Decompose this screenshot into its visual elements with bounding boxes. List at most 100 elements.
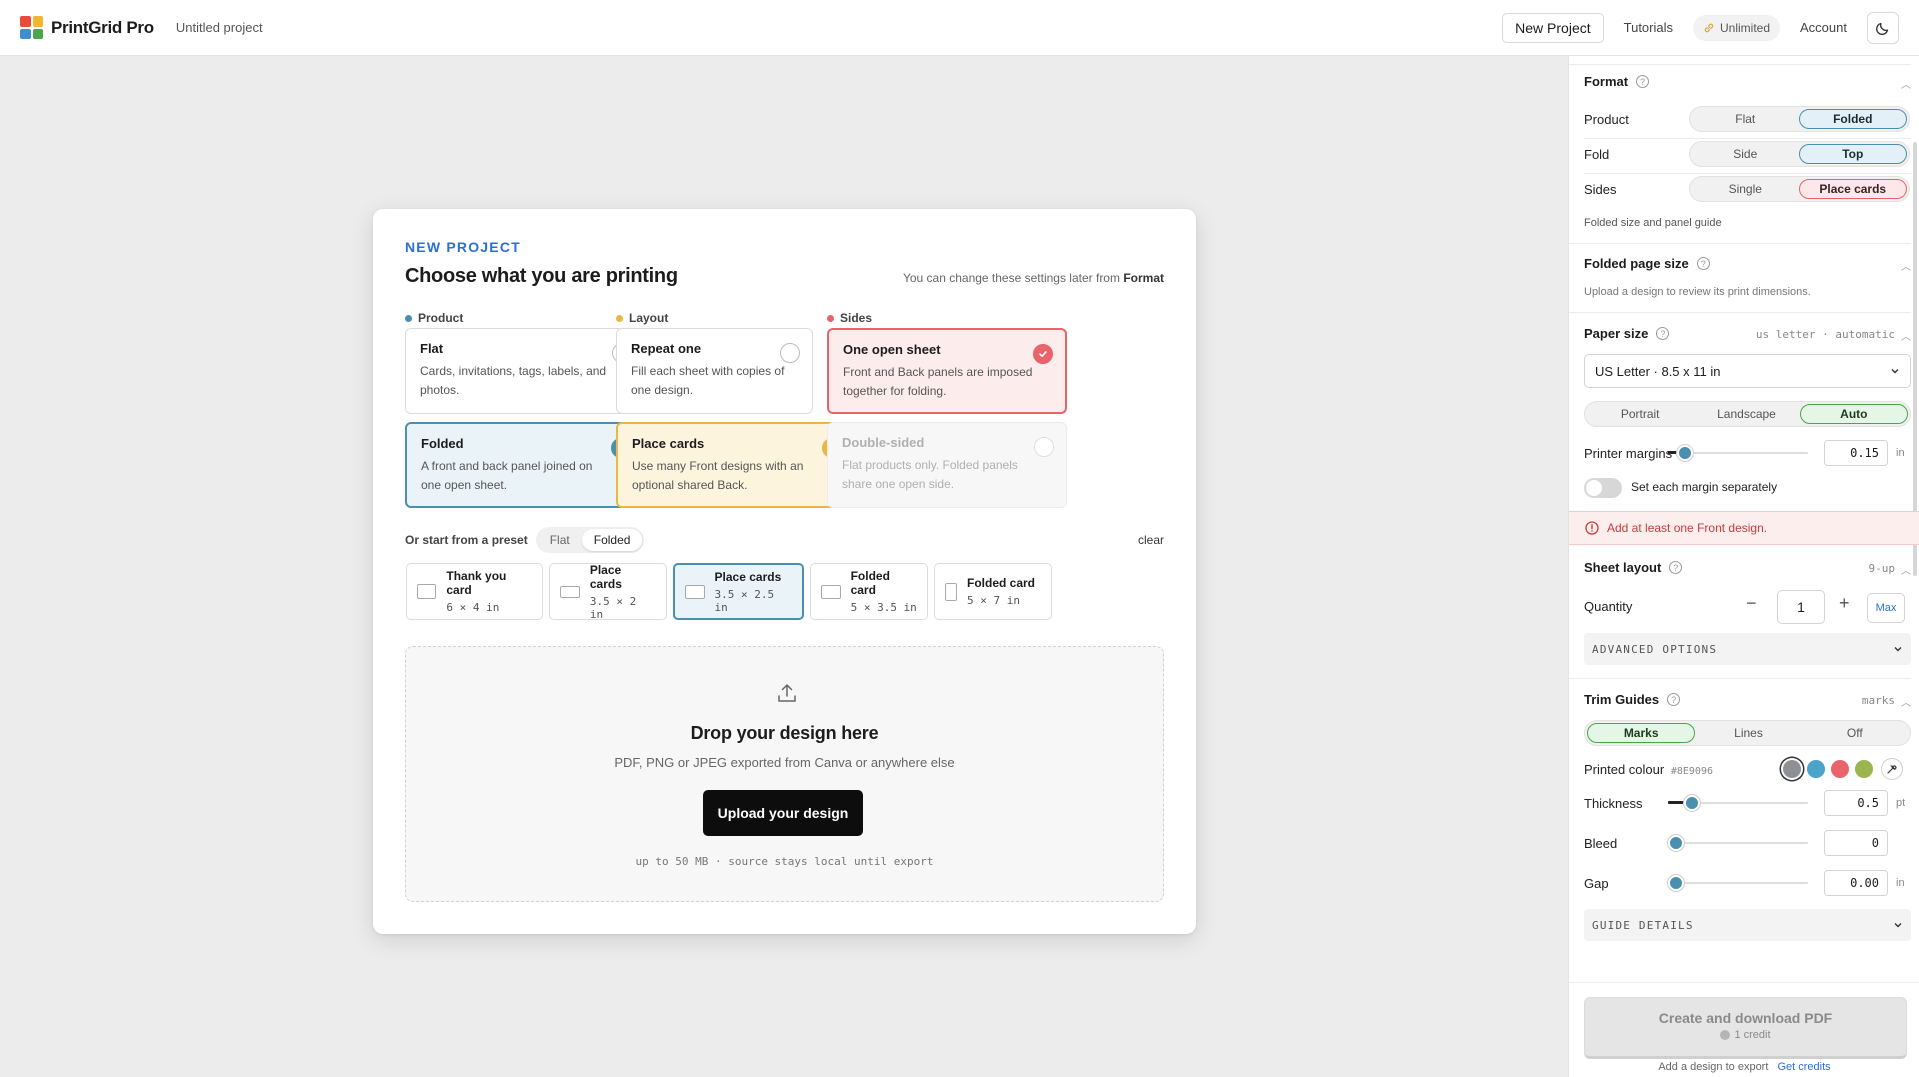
option-place-cards[interactable]: Place cards Use many Front designs with …	[616, 422, 856, 508]
format-link[interactable]: Format	[1123, 271, 1164, 285]
unlimited-label: Unlimited	[1720, 20, 1771, 35]
collapse-icon[interactable]: ︿	[1901, 258, 1911, 273]
option-folded[interactable]: Folded A front and back panel joined on …	[405, 422, 645, 508]
option-title: Double-sided	[842, 435, 925, 450]
moon-icon	[1875, 22, 1889, 35]
paper-size-header[interactable]: Paper size ?	[1584, 326, 1670, 341]
option-repeat-one[interactable]: Repeat one Fill each sheet with copies o…	[616, 328, 813, 414]
collapse-icon[interactable]: ︿	[1901, 562, 1911, 577]
colour-picker-button[interactable]	[1881, 758, 1903, 780]
separate-margins-toggle[interactable]	[1584, 478, 1622, 498]
upload-button[interactable]: Upload your design	[703, 790, 863, 836]
section-title: Format	[1584, 74, 1629, 89]
sheet-layout-header[interactable]: Sheet layout ?	[1584, 560, 1683, 575]
drop-footnote: up to 50 MB · source stays local until e…	[635, 855, 934, 868]
folded-page-size-header[interactable]: Folded page size ?	[1584, 256, 1710, 271]
help-icon[interactable]: ?	[1696, 257, 1710, 270]
swatch-red[interactable]	[1831, 760, 1849, 778]
quantity-max-button[interactable]: Max	[1867, 593, 1905, 623]
collapse-icon[interactable]: ︿	[1901, 694, 1911, 709]
preset-filter-folded[interactable]: Folded	[581, 529, 643, 551]
paper-size-select[interactable]: US Letter · 8.5 x 11 in	[1584, 354, 1911, 388]
slider-knob[interactable]	[1668, 875, 1684, 891]
thickness-input[interactable]: 0.5	[1824, 790, 1888, 816]
option-one-open-sheet[interactable]: One open sheet Front and Back panels are…	[827, 328, 1067, 414]
bleed-slider[interactable]	[1668, 835, 1808, 851]
quantity-minus-button[interactable]: −	[1746, 593, 1757, 614]
help-icon[interactable]: ?	[1669, 561, 1683, 574]
format-section-header[interactable]: Format ?	[1584, 74, 1650, 89]
swatch-blue[interactable]	[1807, 760, 1825, 778]
fold-segmented: Side Top	[1689, 141, 1910, 167]
preset-card-selected[interactable]: Place cards 3.5 × 2.5 in	[673, 563, 804, 620]
product-flat[interactable]: Flat	[1692, 109, 1799, 129]
trim-mode-off[interactable]: Off	[1802, 723, 1908, 743]
gap-input[interactable]: 0.00	[1824, 870, 1888, 896]
guide-details-accordion[interactable]: GUIDE DETAILS	[1584, 909, 1911, 941]
help-icon[interactable]: ?	[1656, 327, 1670, 340]
unlimited-badge[interactable]: Unlimited	[1693, 14, 1781, 41]
orientation-landscape[interactable]: Landscape	[1693, 404, 1799, 424]
option-flat[interactable]: Flat Cards, invitations, tags, labels, a…	[405, 328, 645, 414]
quantity-plus-button[interactable]: +	[1839, 593, 1850, 614]
advanced-options-accordion[interactable]: ADVANCED OPTIONS	[1584, 633, 1911, 665]
preset-name: Thank you card	[446, 569, 507, 597]
collapse-icon[interactable]: ︿	[1901, 328, 1911, 343]
top-bar: PrintGrid Pro Untitled project New Proje…	[0, 0, 1919, 56]
clear-link[interactable]: clear	[1138, 533, 1164, 547]
drop-zone[interactable]: Drop your design here PDF, PNG or JPEG e…	[405, 646, 1164, 902]
quantity-input[interactable]: 1	[1777, 590, 1825, 624]
fold-top[interactable]: Top	[1798, 144, 1907, 164]
colour-hex: #8E9096	[1670, 766, 1713, 777]
new-project-button[interactable]: New Project	[1502, 12, 1604, 43]
colour-label-text: Printed colour	[1584, 762, 1665, 777]
column-label: Layout	[629, 311, 669, 325]
sheet-layout-meta: 9-up	[1868, 562, 1896, 575]
margins-slider[interactable]	[1668, 445, 1808, 461]
account-link[interactable]: Account	[1792, 20, 1855, 35]
slider-knob[interactable]	[1677, 445, 1693, 461]
create-pdf-button[interactable]: Create and download PDF 1 credit	[1584, 997, 1907, 1059]
slider-knob[interactable]	[1684, 795, 1700, 811]
orientation-portrait[interactable]: Portrait	[1587, 404, 1693, 424]
error-icon	[1585, 521, 1599, 535]
orientation-auto[interactable]: Auto	[1799, 404, 1908, 424]
project-name[interactable]: Untitled project	[176, 20, 263, 35]
fold-side[interactable]: Side	[1692, 144, 1799, 164]
get-credits-link[interactable]: Get credits	[1777, 1061, 1830, 1073]
trim-guides-header[interactable]: Trim Guides ?	[1584, 692, 1681, 707]
tutorials-link[interactable]: Tutorials	[1616, 20, 1681, 35]
trim-mode-marks[interactable]: Marks	[1587, 723, 1696, 743]
help-icon[interactable]: ?	[1667, 693, 1681, 706]
drop-title: Drop your design here	[690, 723, 879, 743]
alert-text: Add at least one Front design.	[1607, 521, 1768, 535]
preset-card[interactable]: Folded card 5 × 3.5 in	[810, 563, 928, 620]
margins-input[interactable]: 0.15	[1824, 440, 1888, 466]
preset-card[interactable]: Thank you card 6 × 4 in	[406, 563, 543, 620]
bleed-input[interactable]: 0	[1824, 830, 1888, 856]
preset-card[interactable]: Folded card 5 × 7 in	[934, 563, 1052, 620]
trim-mode-lines[interactable]: Lines	[1695, 723, 1801, 743]
preset-card[interactable]: Place cards 3.5 × 2 in	[549, 563, 667, 621]
product-folded[interactable]: Folded	[1798, 109, 1907, 129]
theme-toggle-button[interactable]	[1867, 11, 1899, 44]
help-icon[interactable]: ?	[1636, 75, 1650, 88]
option-desc: Front and Back panels are imposed togeth…	[843, 365, 1033, 399]
collapse-icon[interactable]: ︿	[1901, 76, 1911, 91]
sides-single[interactable]: Single	[1692, 179, 1799, 199]
export-note-text: Add a design to export	[1658, 1061, 1769, 1073]
brand-logo[interactable]: PrintGrid Pro	[20, 16, 154, 39]
swatch-grey[interactable]	[1783, 760, 1801, 778]
option-desc: Cards, invitations, tags, labels, and ph…	[420, 364, 607, 398]
drop-subtitle: PDF, PNG or JPEG exported from Canva or …	[614, 755, 955, 770]
preset-filter-flat[interactable]: Flat	[538, 529, 582, 551]
option-title: One open sheet	[843, 342, 941, 357]
sides-place-cards[interactable]: Place cards	[1798, 179, 1907, 199]
slider-knob[interactable]	[1668, 835, 1684, 851]
swatch-green[interactable]	[1855, 760, 1873, 778]
modal-title: Choose what you are printing	[405, 265, 678, 287]
sides-segmented: Single Place cards	[1689, 176, 1910, 202]
card-thumbnail-icon	[685, 584, 705, 599]
gap-slider[interactable]	[1668, 875, 1808, 891]
thickness-slider[interactable]	[1668, 795, 1808, 811]
